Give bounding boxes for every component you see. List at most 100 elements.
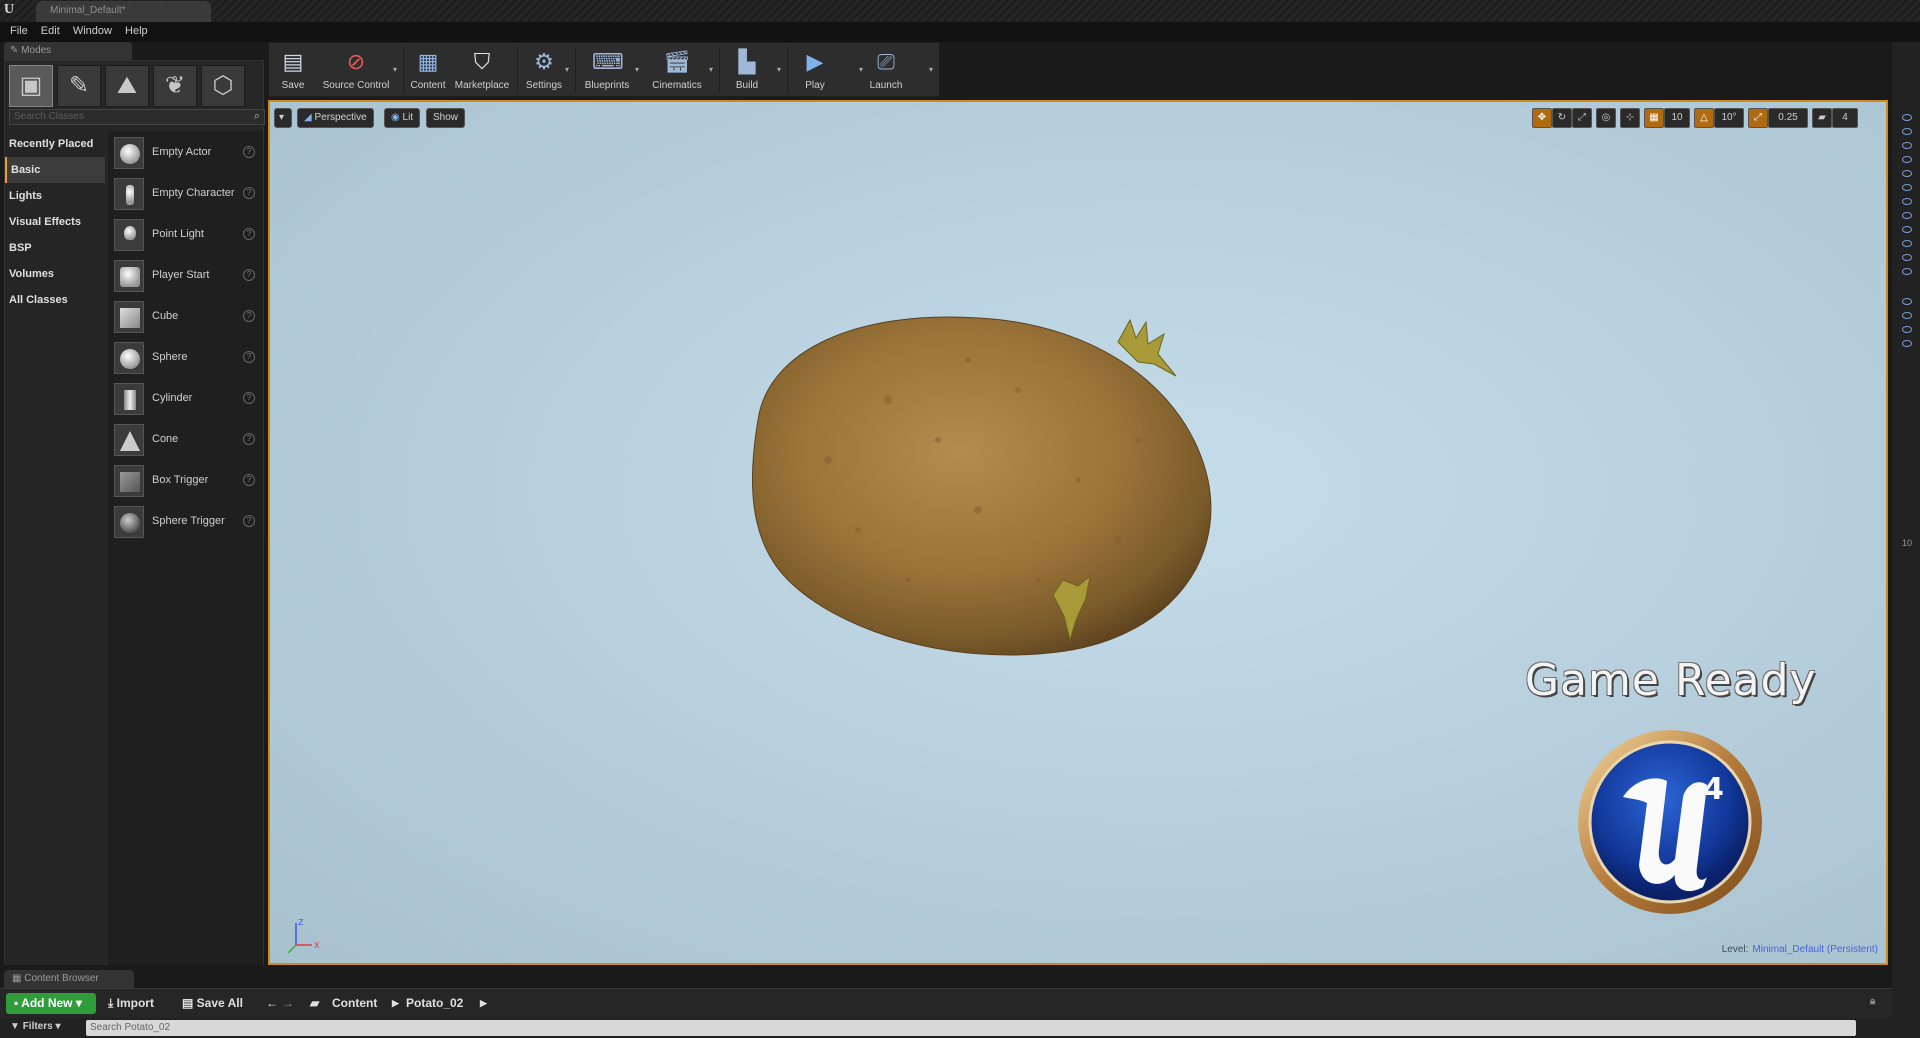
breadcrumb-content[interactable]: Content [332, 996, 377, 1010]
level-viewport[interactable]: ▾ ◢ Perspective ◉ Lit Show ✥ ↻ ⤢ ◎ ⊹ ▦ 1… [268, 100, 1888, 965]
rotation-snap-icon[interactable]: △ [1694, 108, 1714, 128]
history-forward-icon[interactable]: → [282, 996, 294, 1010]
class-item[interactable]: Box Trigger? [108, 461, 263, 502]
visibility-eye-icon[interactable] [1902, 114, 1912, 121]
world-space-icon[interactable]: ◎ [1596, 108, 1616, 128]
paint-mode-icon[interactable]: ✎ [57, 65, 101, 107]
camera-speed-icon[interactable]: ▰ [1812, 108, 1832, 128]
visibility-eye-icon[interactable] [1902, 226, 1912, 233]
potato-mesh[interactable] [718, 280, 1238, 670]
settings-button[interactable]: ⚙ Settings [521, 45, 567, 95]
chevron-down-icon[interactable]: ▾ [635, 65, 639, 74]
help-icon[interactable]: ? [243, 392, 255, 404]
import-button[interactable]: ⤓ Import [108, 996, 154, 1011]
foliage-mode-icon[interactable]: ❦ [153, 65, 197, 107]
class-item[interactable]: Cylinder? [108, 379, 263, 420]
category-visual-effects[interactable]: Visual Effects [5, 209, 105, 235]
filters-button[interactable]: ▼ Filters ▾ [10, 1021, 61, 1032]
play-button[interactable]: ▶ Play [793, 45, 837, 95]
breadcrumb-potato-02[interactable]: Potato_02 [406, 996, 463, 1010]
help-icon[interactable]: ? [243, 228, 255, 240]
cinematics-button[interactable]: 🎬︎ Cinematics [645, 45, 709, 95]
help-icon[interactable]: ? [243, 310, 255, 322]
scale-snap-icon[interactable]: ⤢ [1748, 108, 1768, 128]
landscape-mode-icon[interactable]: ⛰ [105, 65, 149, 107]
document-tab[interactable]: Minimal_Default* [36, 1, 211, 22]
help-icon[interactable]: ? [243, 187, 255, 199]
class-item[interactable]: Point Light? [108, 215, 263, 256]
chevron-down-icon[interactable]: ▾ [929, 65, 933, 74]
chevron-down-icon[interactable]: ▾ [709, 65, 713, 74]
lock-icon[interactable]: 🔒︎ [1870, 996, 1875, 1007]
help-icon[interactable]: ? [243, 474, 255, 486]
class-item[interactable]: Empty Actor? [108, 133, 263, 174]
category-bsp[interactable]: BSP [5, 235, 105, 261]
visibility-eye-icon[interactable] [1902, 128, 1912, 135]
content-search-input[interactable]: Search Potato_02 [86, 1020, 1856, 1036]
rotate-tool-icon[interactable]: ↻ [1552, 108, 1572, 128]
menu-edit[interactable]: Edit [31, 22, 60, 37]
save-button[interactable]: ▤ Save [275, 45, 311, 95]
visibility-eye-icon[interactable] [1902, 184, 1912, 191]
translate-tool-icon[interactable]: ✥ [1532, 108, 1552, 128]
visibility-eye-icon[interactable] [1902, 212, 1912, 219]
breadcrumb-separator-icon[interactable]: ▶ [480, 998, 487, 1009]
help-icon[interactable]: ? [243, 146, 255, 158]
visibility-eye-icon[interactable] [1902, 142, 1912, 149]
class-item[interactable]: Cone? [108, 420, 263, 461]
visibility-eye-icon[interactable] [1902, 326, 1912, 333]
visibility-eye-icon[interactable] [1902, 268, 1912, 275]
class-item[interactable]: Sphere Trigger? [108, 502, 263, 543]
surface-snap-icon[interactable]: ⊹ [1620, 108, 1640, 128]
menu-window[interactable]: Window [63, 22, 112, 37]
class-item[interactable]: Cube? [108, 297, 263, 338]
place-mode-icon[interactable]: ▣ [9, 65, 53, 107]
lit-button[interactable]: ◉ Lit [384, 108, 421, 128]
show-button[interactable]: Show [426, 108, 466, 128]
history-back-icon[interactable]: ← [266, 996, 278, 1010]
modes-tab[interactable]: ✎ Modes [4, 42, 132, 60]
help-icon[interactable]: ? [243, 433, 255, 445]
visibility-eye-icon[interactable] [1902, 170, 1912, 177]
visibility-eye-icon[interactable] [1902, 156, 1912, 163]
breadcrumb-separator-icon[interactable]: ▶ [392, 998, 399, 1009]
geometry-mode-icon[interactable]: ⬡ [201, 65, 245, 107]
add-new-button[interactable]: ▪ Add New ▾ [6, 993, 96, 1014]
camera-speed-value[interactable]: 4 [1832, 108, 1858, 128]
chevron-down-icon[interactable]: ▾ [565, 65, 569, 74]
scale-tool-icon[interactable]: ⤢ [1572, 108, 1592, 128]
category-recently-placed[interactable]: Recently Placed [5, 131, 105, 157]
scale-snap-value[interactable]: 0.25 [1768, 108, 1808, 128]
grid-snap-value[interactable]: 10 [1664, 108, 1690, 128]
visibility-eye-icon[interactable] [1902, 240, 1912, 247]
content-button[interactable]: ▦ Content [407, 45, 449, 95]
chevron-down-icon[interactable]: ▾ [393, 65, 397, 74]
marketplace-button[interactable]: ⛉ Marketplace [451, 45, 513, 95]
category-lights[interactable]: Lights [5, 183, 105, 209]
maximize-viewport-icon[interactable]: ▫ [1862, 108, 1876, 128]
category-volumes[interactable]: Volumes [5, 261, 105, 287]
content-browser-tab[interactable]: ▦ Content Browser [4, 970, 134, 988]
source-control-button[interactable]: ⊘ Source Control [317, 45, 395, 95]
visibility-eye-icon[interactable] [1902, 298, 1912, 305]
unreal-logo-icon[interactable]: U [4, 2, 22, 20]
help-icon[interactable]: ? [243, 351, 255, 363]
grid-snap-icon[interactable]: ▦ [1644, 108, 1664, 128]
chevron-down-icon[interactable]: ▾ [777, 65, 781, 74]
menu-file[interactable]: File [0, 22, 28, 37]
search-classes-input[interactable]: Search Classes ⌕ [9, 109, 265, 125]
class-item[interactable]: Sphere? [108, 338, 263, 379]
launch-button[interactable]: ⎚ Launch [861, 45, 911, 95]
visibility-eye-icon[interactable] [1902, 254, 1912, 261]
category-basic[interactable]: Basic [5, 157, 105, 183]
viewport-options-button[interactable]: ▾ [274, 108, 292, 128]
help-icon[interactable]: ? [243, 269, 255, 281]
visibility-eye-icon[interactable] [1902, 340, 1912, 347]
help-icon[interactable]: ? [243, 515, 255, 527]
class-item[interactable]: Player Start? [108, 256, 263, 297]
visibility-eye-icon[interactable] [1902, 312, 1912, 319]
class-item[interactable]: Empty Character? [108, 174, 263, 215]
blueprints-button[interactable]: ⌨ Blueprints [579, 45, 635, 95]
visibility-eye-icon[interactable] [1902, 198, 1912, 205]
category-all-classes[interactable]: All Classes [5, 287, 105, 313]
